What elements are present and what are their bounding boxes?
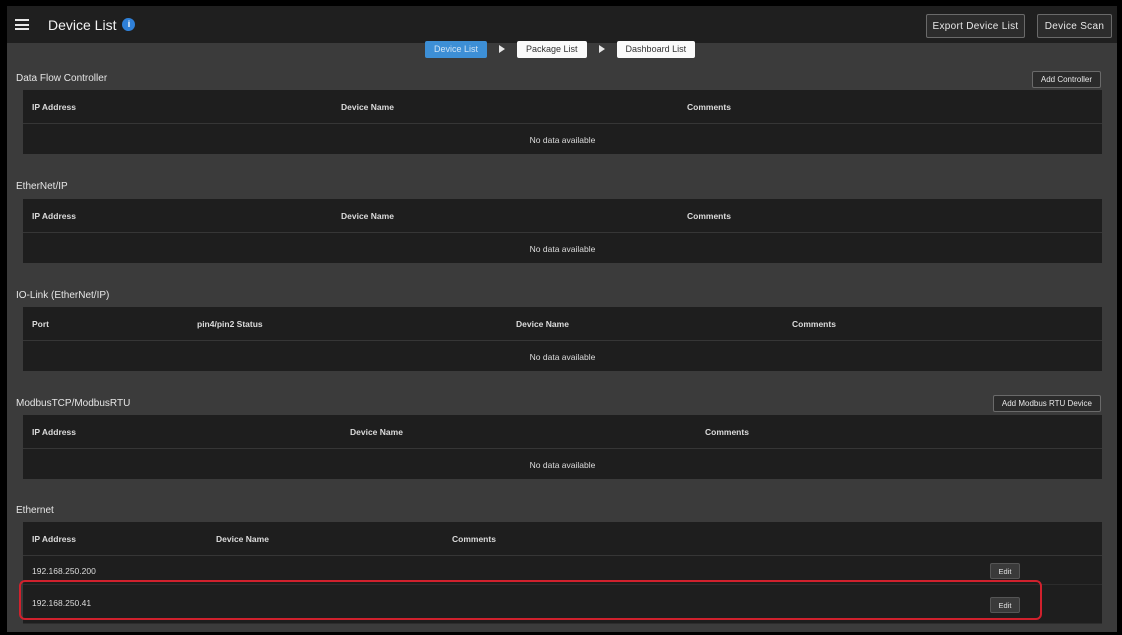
app-window: Device List i Export Device List Device … — [7, 6, 1117, 632]
empty-message: No data available — [529, 352, 596, 362]
empty-message: No data available — [529, 135, 596, 145]
step-dashboard-list[interactable]: Dashboard List — [616, 40, 696, 58]
export-device-list-button[interactable]: Export Device List — [926, 14, 1025, 38]
column-header[interactable]: Comments — [705, 427, 749, 437]
column-header[interactable]: Device Name — [350, 427, 403, 437]
empty-message: No data available — [529, 460, 596, 470]
section-title-data-flow-controller: Data Flow Controller — [16, 73, 108, 84]
section-title-io-link: IO-Link (EtherNet/IP) — [16, 290, 110, 301]
data-flow-controller-table: IP Address Device Name Comments No data … — [23, 90, 1102, 154]
column-header[interactable]: Device Name — [516, 319, 569, 329]
section-title-ethernet-ip: EtherNet/IP — [16, 181, 68, 192]
page-title: Device List — [48, 16, 117, 33]
add-controller-button[interactable]: Add Controller — [1031, 71, 1101, 88]
column-header[interactable]: Port — [32, 319, 49, 329]
arrow-right-icon — [499, 45, 506, 53]
arrow-right-icon — [598, 45, 605, 53]
add-modbus-rtu-device-button[interactable]: Add Modbus RTU Device — [992, 395, 1101, 412]
column-header[interactable]: Comments — [687, 102, 731, 112]
device-scan-button[interactable]: Device Scan — [1037, 14, 1112, 38]
column-header[interactable]: pin4/pin2 Status — [197, 319, 263, 329]
edit-button[interactable]: Edit — [990, 563, 1020, 579]
column-header[interactable]: Device Name — [216, 534, 269, 544]
empty-state: No data available — [23, 124, 1102, 154]
section-title-ethernet: Ethernet — [16, 505, 54, 516]
ip-address-cell: 192.168.250.200 — [32, 566, 96, 576]
io-link-table: Port pin4/pin2 Status Device Name Commen… — [23, 307, 1102, 371]
menu-icon[interactable] — [15, 19, 29, 30]
table-header: IP Address Device Name Comments — [23, 522, 1102, 556]
step-package-list[interactable]: Package List — [517, 40, 587, 58]
column-header[interactable]: IP Address — [32, 102, 76, 112]
column-header[interactable]: Device Name — [341, 102, 394, 112]
table-header: IP Address Device Name Comments — [23, 415, 1102, 449]
column-header[interactable]: Comments — [452, 534, 496, 544]
ethernet-ip-table: IP Address Device Name Comments No data … — [23, 199, 1102, 263]
column-header[interactable]: IP Address — [32, 427, 76, 437]
step-navigation: Device List Package List Dashboard List — [425, 39, 696, 59]
empty-state: No data available — [23, 449, 1102, 479]
table-header: Port pin4/pin2 Status Device Name Commen… — [23, 307, 1102, 341]
empty-state: No data available — [23, 341, 1102, 371]
selection-highlight — [19, 580, 1042, 620]
section-title-modbus: ModbusTCP/ModbusRTU — [16, 398, 131, 409]
column-header[interactable]: Comments — [792, 319, 836, 329]
empty-message: No data available — [529, 244, 596, 254]
table-header: IP Address Device Name Comments — [23, 199, 1102, 233]
column-header[interactable]: IP Address — [32, 534, 76, 544]
column-header[interactable]: IP Address — [32, 211, 76, 221]
empty-state: No data available — [23, 233, 1102, 263]
column-header[interactable]: Comments — [687, 211, 731, 221]
table-header: IP Address Device Name Comments — [23, 90, 1102, 124]
step-device-list[interactable]: Device List — [425, 40, 488, 58]
modbus-table: IP Address Device Name Comments No data … — [23, 415, 1102, 479]
info-icon[interactable]: i — [122, 18, 136, 31]
top-bar: Device List i Export Device List Device … — [7, 6, 1117, 43]
column-header[interactable]: Device Name — [341, 211, 394, 221]
